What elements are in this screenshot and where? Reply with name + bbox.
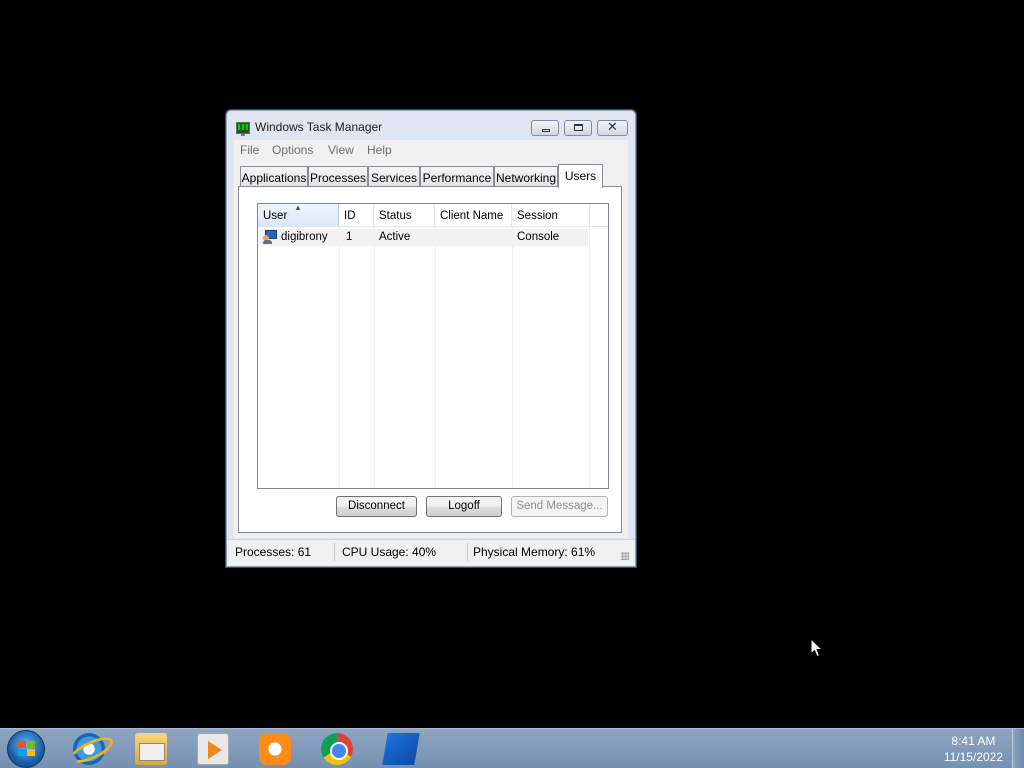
user-account-icon bbox=[263, 230, 278, 244]
logoff-button[interactable]: Logoff bbox=[426, 496, 502, 517]
minimize-button[interactable] bbox=[531, 120, 559, 136]
task-manager-window[interactable]: Windows Task Manager ✕ File Options View… bbox=[226, 110, 636, 567]
chrome-icon[interactable] bbox=[321, 733, 353, 765]
menu-options[interactable]: Options bbox=[272, 143, 313, 157]
task-manager-icon bbox=[236, 122, 250, 136]
uc-browser-icon[interactable] bbox=[259, 733, 291, 765]
start-button[interactable] bbox=[7, 730, 45, 768]
system-clock[interactable]: 8:41 AM 11/15/2022 bbox=[944, 733, 1003, 765]
disconnect-button[interactable]: Disconnect bbox=[336, 496, 417, 517]
menu-file[interactable]: File bbox=[240, 143, 259, 157]
column-label-status: Status bbox=[379, 210, 412, 222]
column-label-client-name: Client Name bbox=[440, 210, 504, 222]
column-divider bbox=[374, 227, 375, 488]
sort-ascending-icon: ▲ bbox=[294, 203, 302, 212]
column-header-client-name[interactable]: Client Name bbox=[435, 204, 512, 227]
show-desktop-button[interactable] bbox=[1012, 729, 1024, 768]
taskbar: 8:41 AM 11/15/2022 bbox=[0, 728, 1024, 768]
column-label-user: User bbox=[263, 210, 288, 222]
internet-explorer-icon[interactable] bbox=[73, 733, 105, 765]
clock-time: 8:41 AM bbox=[951, 734, 996, 748]
menu-bar: File Options View Help bbox=[234, 140, 628, 160]
users-tab-panel: ▲ User ID Status Client Name Session dig… bbox=[238, 186, 622, 533]
clock-date: 11/15/2022 bbox=[943, 750, 1003, 764]
column-header-session[interactable]: Session bbox=[512, 204, 590, 227]
tab-services[interactable]: Services bbox=[368, 166, 420, 187]
status-divider bbox=[334, 543, 335, 561]
column-divider bbox=[589, 227, 590, 488]
menu-view[interactable]: View bbox=[328, 143, 354, 157]
tab-applications[interactable]: Applications bbox=[240, 166, 308, 187]
close-button[interactable]: ✕ bbox=[597, 120, 628, 136]
windows-logo-icon bbox=[18, 741, 36, 757]
column-label-session: Session bbox=[517, 210, 558, 222]
close-icon: ✕ bbox=[607, 120, 618, 135]
maximize-button[interactable] bbox=[564, 120, 592, 136]
title-bar[interactable]: Windows Task Manager ✕ bbox=[227, 111, 635, 141]
column-divider bbox=[435, 227, 436, 488]
status-bar: Processes: 61 CPU Usage: 40% Physical Me… bbox=[227, 539, 635, 566]
resize-grip-icon[interactable] bbox=[621, 552, 629, 560]
column-label-id: ID bbox=[344, 210, 356, 222]
users-list[interactable]: ▲ User ID Status Client Name Session dig… bbox=[257, 203, 609, 489]
cell-user: digibrony bbox=[281, 231, 328, 243]
window-title: Windows Task Manager bbox=[255, 120, 383, 134]
column-header-id[interactable]: ID bbox=[339, 204, 374, 227]
column-divider bbox=[339, 227, 340, 488]
cell-id: 1 bbox=[346, 231, 353, 243]
list-header: ▲ User ID Status Client Name Session bbox=[258, 203, 608, 227]
table-row[interactable]: digibrony 1 Active Console bbox=[259, 229, 588, 246]
cell-status: Active bbox=[379, 231, 411, 243]
menu-help[interactable]: Help bbox=[367, 143, 392, 157]
tab-performance[interactable]: Performance bbox=[420, 166, 494, 187]
blue-app-icon[interactable] bbox=[382, 733, 420, 765]
processes-count: Processes: 61 bbox=[235, 545, 312, 559]
media-player-icon[interactable] bbox=[197, 733, 229, 765]
tab-processes[interactable]: Processes bbox=[308, 166, 368, 187]
cpu-usage: CPU Usage: 40% bbox=[342, 545, 437, 559]
mouse-cursor-icon bbox=[810, 638, 824, 658]
column-header-status[interactable]: Status bbox=[374, 204, 435, 227]
column-header-user[interactable]: ▲ User bbox=[258, 203, 339, 227]
status-divider bbox=[467, 543, 468, 561]
column-divider bbox=[512, 227, 513, 488]
client-area: Applications Processes Services Performa… bbox=[234, 160, 628, 538]
send-message-button[interactable]: Send Message... bbox=[511, 496, 608, 517]
physical-memory: Physical Memory: 61% bbox=[473, 545, 596, 559]
file-explorer-icon[interactable] bbox=[135, 733, 167, 765]
tab-networking[interactable]: Networking bbox=[494, 166, 558, 187]
cell-session: Console bbox=[517, 231, 560, 243]
tab-users[interactable]: Users bbox=[558, 164, 603, 188]
minimize-icon bbox=[542, 129, 550, 132]
maximize-icon bbox=[574, 124, 583, 131]
